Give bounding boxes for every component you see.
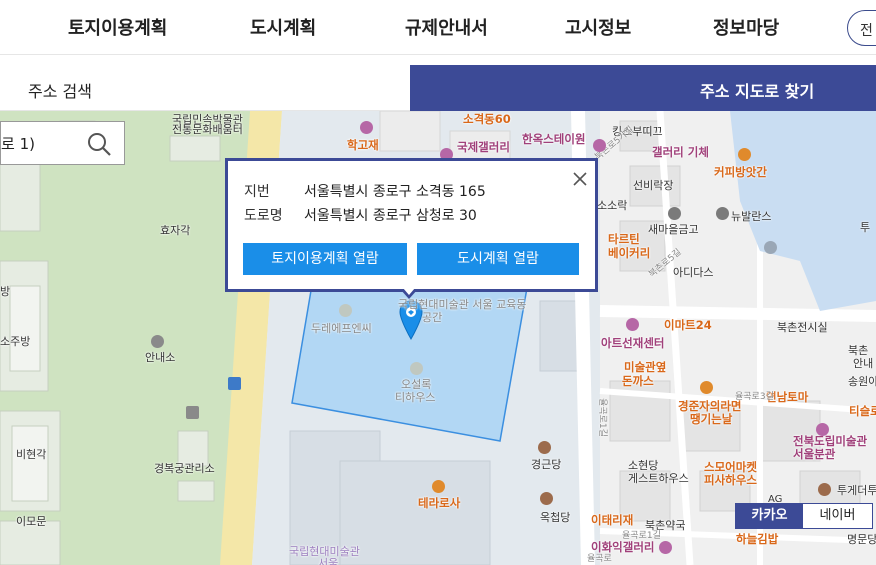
map-label: 비현각 [16, 448, 47, 461]
map-label: 선비락장 [633, 179, 674, 192]
map-label: 소소락 [597, 199, 628, 212]
city-plan-view-button[interactable]: 도시계획 열람 [417, 243, 579, 275]
cafe-poi-icon[interactable] [738, 148, 751, 161]
toggle-kakao-map[interactable]: 카카오 [736, 504, 803, 528]
map-label: 서울 [318, 557, 339, 565]
map-label: 베이커리 [608, 246, 651, 260]
nav-pill-button[interactable]: 전 [847, 10, 876, 46]
map-label: 두레에프엔씨 [311, 322, 372, 335]
parking-poi-icon[interactable] [764, 241, 777, 254]
map-label: 경복궁관리소 [154, 462, 215, 475]
map-label: 율곡로1길 [622, 531, 661, 541]
map-label: 새마을금고 [648, 223, 699, 236]
map-label: 학고재 [347, 138, 379, 152]
map-label: 갤러리 기체 [652, 145, 709, 159]
map-label: 율곡로 [587, 554, 612, 564]
cafe-poi-icon [410, 362, 423, 375]
search-icon[interactable] [85, 130, 113, 158]
parcel-info-popup: 지번 서울특별시 종로구 소격동 165 도로명 서울특별시 종로구 삼청로 3… [225, 158, 598, 292]
map-label: 효자각 [160, 224, 191, 237]
map-label: 이마트24 [664, 318, 712, 332]
map-label: 송원아 [848, 375, 876, 388]
map-label: 투 [860, 221, 871, 234]
bank-poi-icon[interactable] [668, 207, 681, 220]
map-label: 공간 [422, 311, 443, 324]
map-label: 율곡로3길 [735, 392, 774, 402]
map-label: 돈까스 [622, 374, 654, 388]
map-label: 뉴발란스 [731, 210, 772, 223]
nav-item-notice-info[interactable]: 고시정보 [565, 14, 631, 40]
map-label: 게스트하우스 [628, 472, 689, 485]
map-label: 안내소 [145, 351, 176, 364]
gallery-poi-icon[interactable] [360, 121, 373, 134]
gallery-poi-icon[interactable] [659, 541, 672, 554]
land-use-plan-view-button[interactable]: 토지이용계획 열람 [243, 243, 407, 275]
search-mode-tabs: 주소 검색 주소 지도로 찾기 [0, 65, 876, 111]
map-label: 북촌전시실 [777, 321, 828, 334]
shop-poi-icon[interactable] [716, 207, 729, 220]
nav-item-regulation-guide[interactable]: 규제안내서 [405, 14, 488, 40]
map-label: 투게더투 [837, 484, 876, 497]
popup-pointer-inner [403, 288, 415, 295]
map-label: 피사하우스 [704, 473, 757, 487]
map-label: 이태리재 [591, 513, 634, 527]
map-label: 하늘김밥 [736, 532, 779, 546]
landmark-poi-icon[interactable] [818, 483, 831, 496]
map-label: 경근당 [531, 458, 562, 471]
map-label: 국제갤러리 [457, 140, 510, 154]
map-label: 소주방 [0, 335, 31, 348]
close-icon[interactable] [572, 171, 588, 187]
poi-icon [339, 304, 352, 317]
road-label: 도로명 [244, 208, 283, 224]
cafe-poi-icon[interactable] [432, 480, 445, 493]
map-label: 티하우스 [395, 391, 436, 404]
jibun-label: 지번 [244, 184, 270, 200]
map-label: 커피방앗간 [714, 165, 767, 179]
tab-find-on-map[interactable]: 주소 지도로 찾기 [410, 65, 876, 111]
map-label: 전통문화배움터 [172, 123, 243, 136]
gallery-poi-icon[interactable] [626, 318, 639, 331]
map-label: 소격동60 [463, 112, 511, 126]
nav-item-info-center[interactable]: 정보마당 [713, 14, 779, 40]
search-box [0, 121, 125, 165]
search-input[interactable] [1, 122, 81, 164]
map-label: 이모문 [16, 515, 47, 528]
info-poi-icon[interactable] [151, 335, 164, 348]
nav-item-city-plan[interactable]: 도시계획 [250, 14, 316, 40]
map-label: 옥첩당 [540, 511, 571, 524]
map-label: 땡기는날 [690, 412, 733, 426]
road-address: 서울특별시 종로구 삼청로 30 [304, 208, 477, 224]
map-label: 서울분관 [793, 447, 836, 461]
map-label: 티슬로 [849, 404, 876, 418]
map-label: 율곡로1길 [596, 398, 607, 437]
toggle-naver-map[interactable]: 네이버 [803, 504, 872, 528]
map-label: 테라로사 [418, 496, 461, 510]
jibun-address: 서울특별시 종로구 소격동 165 [304, 184, 486, 200]
map-label: 아트선재센터 [601, 336, 665, 350]
map-provider-toggle: 카카오 네이버 [735, 503, 873, 529]
map-label: 명문당 [847, 533, 876, 546]
map-label: 한옥스테이원 [522, 132, 586, 146]
nav-item-land-use-plan[interactable]: 토지이용계획 [68, 14, 167, 40]
tab-address-search[interactable]: 주소 검색 [0, 65, 410, 111]
landmark-poi-icon[interactable] [540, 492, 553, 505]
map-label: 아디다스 [673, 266, 714, 279]
restroom-icon [186, 406, 199, 419]
top-navigation: 토지이용계획 도시계획 규제안내서 고시정보 정보마당 전 [0, 0, 876, 55]
map-label: 방 [0, 285, 11, 298]
map-label: 안내 [853, 357, 874, 370]
gallery-poi-icon[interactable] [816, 423, 829, 436]
bus-stop-icon[interactable] [228, 377, 241, 390]
restaurant-poi-icon[interactable] [700, 381, 713, 394]
landmark-poi-icon[interactable] [538, 441, 551, 454]
gallery-poi-icon[interactable] [593, 139, 606, 152]
